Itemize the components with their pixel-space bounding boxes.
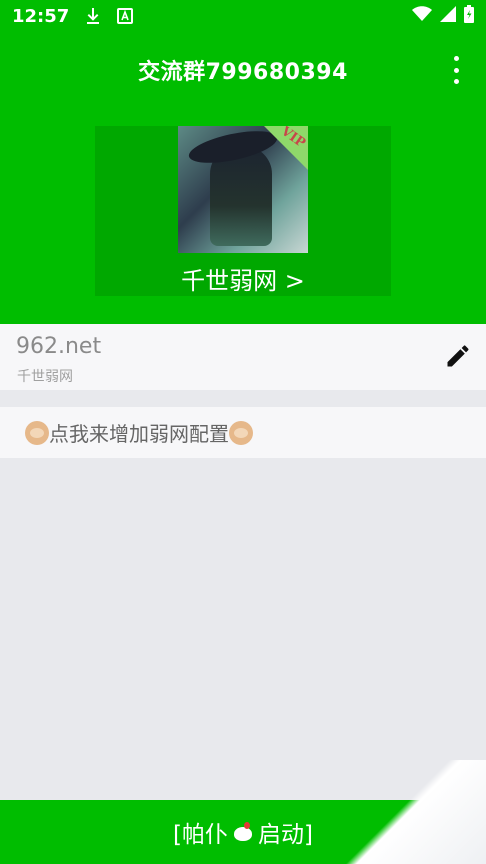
header-area: VIP 千世弱网 > [0, 108, 486, 324]
config-name: 千世弱网 [17, 369, 73, 385]
status-time: 12:57 [12, 5, 70, 27]
page-curl [320, 760, 486, 864]
start-label-right: 启动] [258, 822, 313, 848]
start-label-left: [帕仆 [173, 822, 228, 848]
a-icon [117, 8, 134, 24]
chicken-icon [232, 821, 254, 843]
add-config-button[interactable]: 点我来增加弱网配置 [0, 407, 486, 458]
see-no-evil-monkey-icon [25, 420, 49, 445]
status-icons [412, 5, 474, 27]
profile-card[interactable]: VIP 千世弱网 > [95, 126, 391, 296]
app-bar: 交流群799680394 [0, 32, 486, 108]
avatar[interactable]: VIP [178, 126, 308, 253]
more-vert-icon[interactable] [444, 56, 468, 84]
add-config-label: 点我来增加弱网配置 [49, 422, 229, 446]
wifi-icon [412, 6, 432, 26]
profile-link[interactable]: 千世弱网 > [181, 261, 305, 296]
see-no-evil-monkey-icon [229, 420, 253, 445]
status-bar: 12:57 [0, 0, 486, 32]
config-item[interactable]: 962.net 千世弱网 [0, 324, 486, 390]
download-icon [85, 7, 101, 25]
config-host: 962.net [16, 334, 102, 359]
pencil-icon[interactable] [444, 342, 472, 370]
battery-icon [464, 5, 474, 27]
app-title: 交流群799680394 [138, 60, 348, 85]
signal-icon [440, 6, 456, 26]
